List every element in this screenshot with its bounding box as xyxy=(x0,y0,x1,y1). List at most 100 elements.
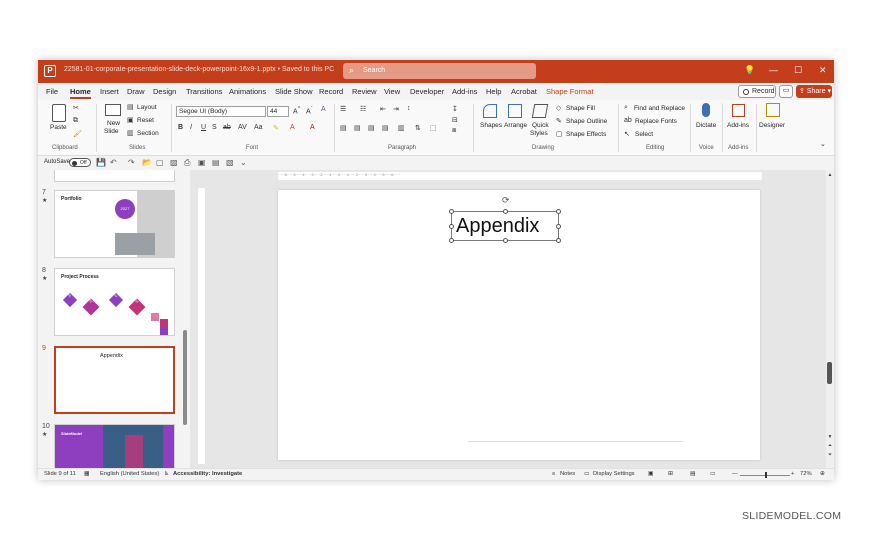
scroll-up-icon[interactable]: ▲ xyxy=(826,172,834,178)
quick-styles-label-2[interactable]: Styles xyxy=(530,130,548,137)
editor-scroll-thumb[interactable] xyxy=(827,362,832,384)
slide-title-text[interactable]: Appendix xyxy=(456,215,539,238)
tab-add-ins[interactable]: Add-ins xyxy=(452,87,477,96)
customize-qat-icon[interactable]: ⌄ xyxy=(240,158,247,167)
reading-view-icon[interactable]: ▤ xyxy=(690,471,695,477)
tab-slide-show[interactable]: Slide Show xyxy=(275,87,313,96)
spelling-icon[interactable]: ▦ xyxy=(84,471,89,477)
open-folder-icon[interactable]: 📂 xyxy=(142,158,152,167)
resize-handle[interactable] xyxy=(449,238,454,243)
tab-developer[interactable]: Developer xyxy=(410,87,444,96)
close-icon[interactable]: ✕ xyxy=(819,65,827,76)
quick-styles-label[interactable]: Quick xyxy=(532,122,549,129)
align-text-2-icon[interactable]: ⊟ xyxy=(452,116,458,124)
search-box[interactable]: ⌕ Search xyxy=(343,63,536,79)
normal-view-icon[interactable]: ▣ xyxy=(648,471,653,477)
cut-icon[interactable]: ✂ xyxy=(73,104,79,112)
minimize-icon[interactable]: — xyxy=(769,65,778,75)
slide-sorter-icon[interactable]: ⊞ xyxy=(668,471,673,477)
tab-animations[interactable]: Animations xyxy=(229,87,266,96)
tab-view[interactable]: View xyxy=(384,87,400,96)
select-button[interactable]: Select xyxy=(635,131,653,138)
shape-fill-button[interactable]: Shape Fill xyxy=(566,105,595,112)
fit-to-window-icon[interactable]: ⊕ xyxy=(820,471,825,477)
clear-formatting-icon[interactable]: A xyxy=(321,106,326,113)
shapes-button[interactable]: Shapes xyxy=(480,122,502,129)
collapse-ribbon-icon[interactable]: ⌄ xyxy=(820,140,826,148)
rotate-handle-icon[interactable]: ⟳ xyxy=(502,195,510,206)
resize-handle[interactable] xyxy=(503,209,508,214)
undo-icon[interactable]: ↶ xyxy=(110,158,117,167)
resize-handle[interactable] xyxy=(556,224,561,229)
resize-handle[interactable] xyxy=(449,224,454,229)
copy-icon[interactable]: ⧉ xyxy=(73,117,78,125)
text-direction-2-icon[interactable]: ↧ xyxy=(452,105,458,113)
record-button[interactable]: Record xyxy=(738,85,776,98)
italic-icon[interactable]: I xyxy=(190,124,192,131)
present-icon[interactable]: ▧ xyxy=(226,158,234,167)
font-size-select[interactable]: 44 xyxy=(267,106,289,117)
font-family-select[interactable]: Segoe UI (Body) xyxy=(176,106,266,117)
comments-button[interactable]: ▭ xyxy=(779,85,793,98)
text-direction-icon[interactable]: ⇅ xyxy=(415,124,421,132)
redo-icon[interactable]: ↷ xyxy=(128,158,135,167)
decrease-indent-icon[interactable]: ⇤ xyxy=(380,105,386,113)
notes-button[interactable]: Notes xyxy=(560,471,575,477)
slide-thumbnail-7[interactable]: Portfolio 2027 xyxy=(54,190,175,258)
quick-styles-icon[interactable] xyxy=(531,104,549,118)
find-and-replace-button[interactable]: Find and Replace xyxy=(634,105,685,112)
bold-icon[interactable]: B xyxy=(178,124,183,131)
underline-icon[interactable]: U xyxy=(201,124,206,131)
text-color-icon[interactable]: A xyxy=(310,124,315,131)
zoom-slider-thumb[interactable] xyxy=(765,472,767,478)
columns-icon[interactable]: ▥ xyxy=(398,124,405,132)
line-spacing-icon[interactable]: ↕ xyxy=(407,105,411,112)
tab-review[interactable]: Review xyxy=(352,87,377,96)
paste-button[interactable]: Paste xyxy=(50,124,67,131)
add-ins-button[interactable]: Add-ins xyxy=(727,122,749,129)
image-icon[interactable]: ▨ xyxy=(170,158,178,167)
arrange-icon[interactable] xyxy=(508,104,522,118)
dictate-button[interactable]: Dictate xyxy=(696,122,716,129)
scroll-down-icon[interactable]: ▼ xyxy=(826,434,834,440)
align-text-icon[interactable]: ⬚ xyxy=(430,124,437,132)
align-center-icon[interactable]: ▤ xyxy=(354,124,361,132)
shape-outline-button[interactable]: Shape Outline xyxy=(566,118,607,125)
increase-indent-icon[interactable]: ⇥ xyxy=(393,105,399,113)
font-color-icon[interactable]: A xyxy=(290,124,295,131)
tab-transitions[interactable]: Transitions xyxy=(186,87,222,96)
thumbnails-scroll-thumb[interactable] xyxy=(183,330,187,425)
start-slideshow-icon[interactable]: ▤ xyxy=(212,158,220,167)
print-icon[interactable]: ⎙ xyxy=(184,158,190,168)
section-button[interactable]: Section xyxy=(137,130,159,137)
shadow-icon[interactable]: S xyxy=(212,124,217,131)
previous-slide-icon[interactable]: ⏶ xyxy=(826,443,834,449)
tab-draw[interactable]: Draw xyxy=(127,87,145,96)
tab-acrobat[interactable]: Acrobat xyxy=(511,87,537,96)
format-painter-icon[interactable]: 🖌 xyxy=(73,130,82,138)
change-case-icon[interactable]: Aa xyxy=(254,124,263,131)
slide-thumbnail-10[interactable]: SlideModel xyxy=(54,424,175,468)
zoom-out-icon[interactable]: — xyxy=(732,471,738,477)
slide-thumbnail-9[interactable]: Appendix xyxy=(54,346,175,414)
numbering-icon[interactable]: ☷ xyxy=(360,105,366,113)
maximize-icon[interactable]: ☐ xyxy=(794,65,802,76)
new-slide-label-2[interactable]: Slide xyxy=(104,128,118,135)
tab-shape-format[interactable]: Shape Format xyxy=(546,87,594,96)
resize-handle[interactable] xyxy=(556,209,561,214)
new-slide-icon[interactable] xyxy=(105,104,121,116)
paste-icon[interactable] xyxy=(52,104,66,122)
tab-design[interactable]: Design xyxy=(153,87,176,96)
next-slide-icon[interactable]: ⏷ xyxy=(826,452,834,458)
new-file-icon[interactable]: ▢ xyxy=(156,158,164,167)
language-status[interactable]: English (United States) xyxy=(100,471,159,477)
justify-icon[interactable]: ▤ xyxy=(382,124,389,132)
shapes-icon[interactable] xyxy=(483,104,497,118)
accessibility-status[interactable]: Accessibility: Investigate xyxy=(173,471,242,477)
slide-canvas[interactable]: ⟳ Appendix xyxy=(278,190,760,460)
designer-icon[interactable] xyxy=(766,103,780,117)
new-slide-label[interactable]: New xyxy=(107,120,120,127)
decrease-font-icon[interactable]: Aˇ xyxy=(306,106,313,115)
highlight-icon[interactable]: ✎ xyxy=(273,124,279,132)
slide-thumbnail-6[interactable] xyxy=(54,170,175,182)
